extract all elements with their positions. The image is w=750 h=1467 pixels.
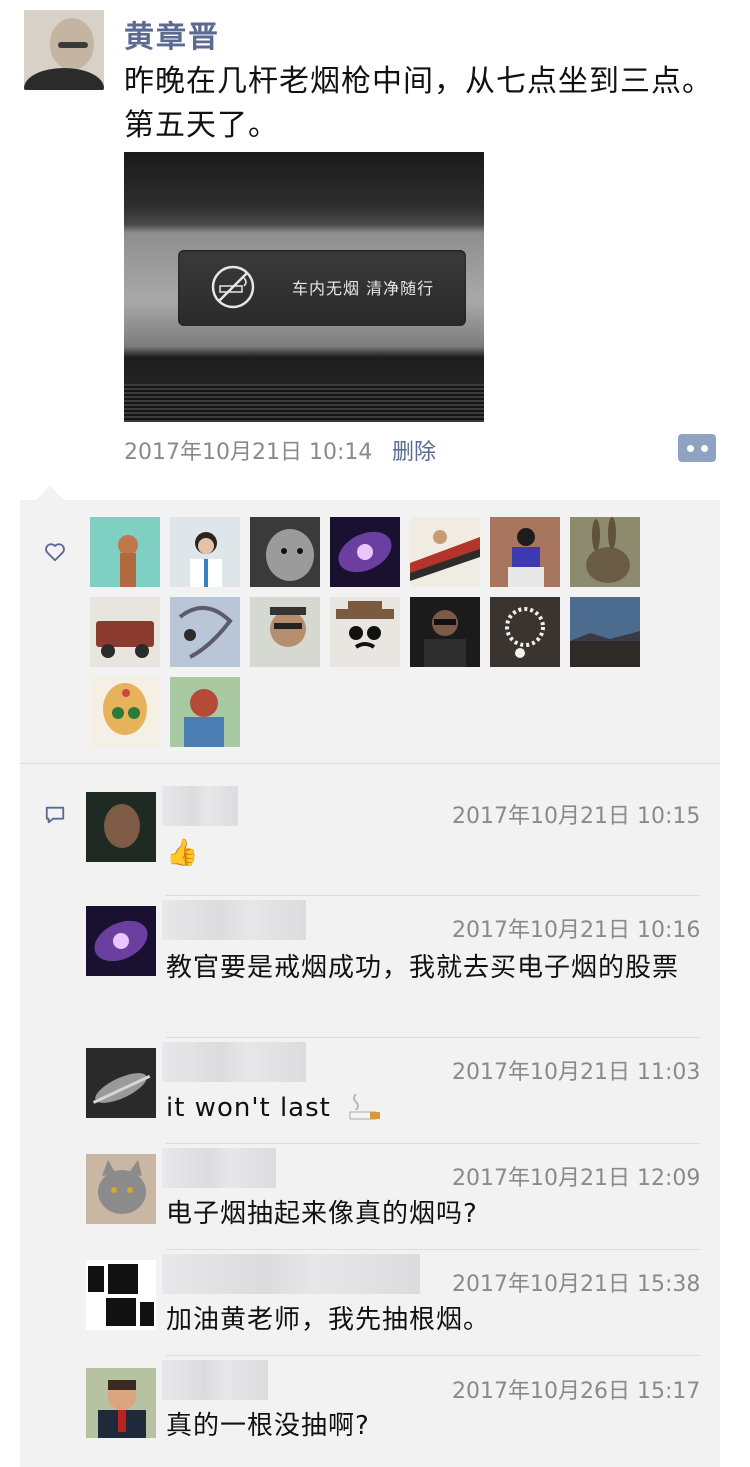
author-avatar[interactable] <box>24 10 104 90</box>
commenter-avatar[interactable] <box>86 792 156 862</box>
liker-avatar[interactable] <box>490 597 560 667</box>
panel-arrow <box>36 486 64 500</box>
commenter-avatar[interactable] <box>86 906 156 976</box>
comment-separator <box>166 1037 700 1038</box>
liker-avatar[interactable] <box>410 597 480 667</box>
comment-timestamp: 2017年10月26日 15:17 <box>452 1379 701 1404</box>
cigarette-emoji <box>349 1093 381 1119</box>
comment-timestamp: 2017年10月21日 11:03 <box>452 1060 701 1085</box>
delete-link[interactable]: 删除 <box>392 434 436 466</box>
heart-icon <box>45 543 65 562</box>
comment-text-body: it won't last <box>166 1093 331 1123</box>
no-smoking-sign: 车内无烟 清净随行 <box>178 250 466 326</box>
liker-avatar[interactable] <box>170 517 240 587</box>
comment-icon <box>45 806 65 824</box>
commenter-name-blurred[interactable] <box>162 1042 306 1082</box>
liker-avatar[interactable] <box>410 517 480 587</box>
no-smoking-icon <box>211 265 255 309</box>
liker-avatar[interactable] <box>490 517 560 587</box>
commenter-name-blurred[interactable] <box>162 900 306 940</box>
commenter-avatar[interactable] <box>86 1154 156 1224</box>
comment-timestamp: 2017年10月21日 10:16 <box>452 918 701 943</box>
comment-text: 加油黄老师，我先抽根烟。 <box>166 1305 491 1335</box>
liker-avatar[interactable] <box>330 517 400 587</box>
liker-avatar[interactable] <box>330 597 400 667</box>
comment-text: 电子烟抽起来像真的烟吗? <box>166 1199 478 1229</box>
commenter-avatar[interactable] <box>86 1048 156 1118</box>
liker-avatar[interactable] <box>170 677 240 747</box>
commenter-avatar[interactable] <box>86 1368 156 1438</box>
liker-avatar[interactable] <box>570 597 640 667</box>
sign-text: 车内无烟 清净随行 <box>292 279 435 298</box>
author-name[interactable]: 黄章晋 <box>124 12 220 56</box>
liker-avatar[interactable] <box>250 517 320 587</box>
avatar-photo <box>24 10 104 90</box>
comment-text: 教官要是戒烟成功，我就去买电子烟的股票 <box>166 953 680 983</box>
post-text: 昨晚在几杆老烟枪中间，从七点坐到三点。第五天了。 <box>124 64 713 143</box>
commenter-name-blurred[interactable] <box>162 786 238 826</box>
comment-timestamp: 2017年10月21日 10:15 <box>452 804 701 829</box>
comment-text: it won't last <box>166 1090 384 1126</box>
post-photo[interactable]: 车内无烟 清净随行 <box>124 152 484 422</box>
comment-separator <box>166 1143 700 1144</box>
liker-avatar[interactable] <box>90 517 160 587</box>
comment-text: 👍 <box>166 834 199 871</box>
comment-timestamp: 2017年10月21日 12:09 <box>452 1166 701 1191</box>
thumbs-up-emoji: 👍 <box>166 837 200 868</box>
commenter-name-blurred[interactable] <box>162 1360 268 1400</box>
photo-grille <box>124 384 484 422</box>
commenter-name-blurred[interactable] <box>162 1254 420 1294</box>
comment-separator <box>166 1355 700 1356</box>
more-dots-icon[interactable] <box>678 434 716 462</box>
comment-timestamp: 2017年10月21日 15:38 <box>452 1272 701 1297</box>
avatar-graphic <box>86 1260 156 1330</box>
liker-avatar[interactable] <box>170 597 240 667</box>
liker-avatar[interactable] <box>250 597 320 667</box>
liker-avatar[interactable] <box>90 597 160 667</box>
comment-text: 真的一根没抽啊? <box>166 1411 370 1441</box>
post-timestamp: 2017年10月21日 10:14 <box>124 440 373 465</box>
comment-separator <box>166 895 700 896</box>
commenter-name-blurred[interactable] <box>162 1148 276 1188</box>
comment-separator <box>166 1249 700 1250</box>
liker-avatar[interactable] <box>90 677 160 747</box>
commenter-avatar[interactable] <box>86 1260 156 1330</box>
panel-divider <box>20 763 720 764</box>
liker-avatar[interactable] <box>570 517 640 587</box>
